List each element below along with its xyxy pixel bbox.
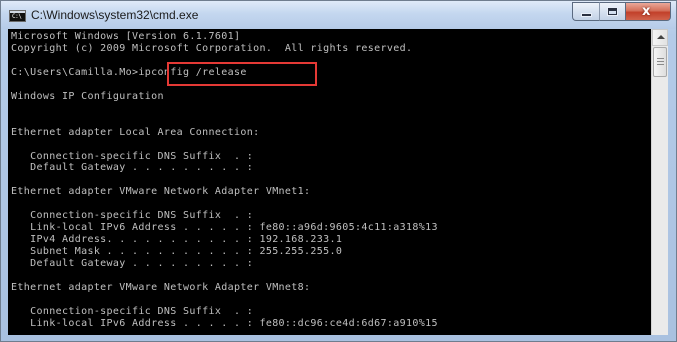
console-line: Windows IP Configuration (11, 90, 164, 102)
window-title: C:\Windows\system32\cmd.exe (31, 8, 199, 22)
close-button[interactable]: x (626, 2, 671, 21)
scroll-up-arrow-icon[interactable] (652, 29, 668, 46)
console-line: Ethernet adapter VMware Network Adapter … (11, 281, 311, 293)
thumb-grip-line (657, 58, 664, 59)
console-line: Microsoft Windows [Version 6.1.7601] (11, 31, 241, 42)
cmd-icon-text: C:\ (12, 13, 22, 20)
console-line: Ethernet adapter VMware Network Adapter … (11, 186, 311, 198)
console-line: Link-local IPv6 Address . . . . . : fe80… (11, 222, 438, 234)
console-line: Connection-specific DNS Suffix . : (11, 210, 254, 222)
console-line: Default Gateway . . . . . . . . . : (11, 258, 254, 270)
thumb-grip-line (657, 64, 664, 65)
console-line: Ethernet adapter Local Area Connection: (11, 126, 260, 138)
vertical-scrollbar[interactable] (651, 29, 668, 335)
title-bar[interactable]: C:\ C:\Windows\system32\cmd.exe x (1, 1, 676, 29)
cmd-window: C:\ C:\Windows\system32\cmd.exe x Micros… (0, 0, 677, 342)
console-output[interactable]: Microsoft Windows [Version 6.1.7601] Copy… (8, 29, 651, 335)
console-line: Default Gateway . . . . . . . . . : (11, 162, 254, 174)
maximize-button[interactable] (599, 2, 626, 21)
minimize-icon (582, 14, 591, 16)
console-line: Connection-specific DNS Suffix . : (11, 150, 254, 162)
thumb-grip-line (657, 61, 664, 62)
maximize-icon (608, 8, 617, 15)
minimize-button[interactable] (572, 2, 599, 21)
console-line: Link-local IPv6 Address . . . . . : fe80… (11, 317, 438, 329)
command-highlight-box (167, 62, 317, 86)
cmd-app-icon[interactable]: C:\ (9, 10, 26, 22)
console-line: Subnet Mask . . . . . . . . . . . : 255.… (11, 246, 343, 258)
console-line: Copyright (c) 2009 Microsoft Corporation… (11, 42, 413, 54)
console-line: IPv4 Address. . . . . . . . . . . : 192.… (11, 234, 343, 246)
scrollbar-thumb[interactable] (653, 47, 667, 77)
console-line: Connection-specific DNS Suffix . : (11, 305, 254, 317)
close-icon: x (642, 4, 651, 19)
